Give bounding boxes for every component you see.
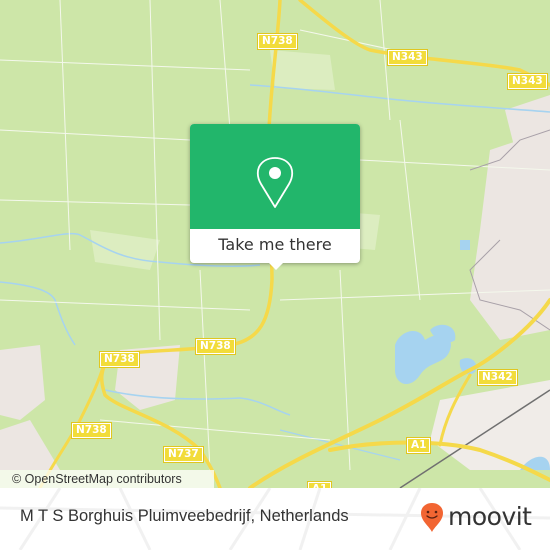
popup-header [190, 124, 360, 229]
road-label-n737: N737 [163, 446, 204, 463]
stream [0, 281, 76, 346]
urban-area [470, 130, 550, 340]
road-label-n343: N343 [387, 49, 428, 66]
footer-bar: M T S Borghuis Pluimveebedrijf, Netherla… [0, 488, 550, 550]
moovit-logo[interactable]: moovit [419, 501, 532, 533]
moovit-smiley-pin-icon [421, 503, 443, 532]
urban-area [505, 95, 550, 150]
urban-area [0, 345, 45, 420]
take-me-there-button[interactable]: Take me there [190, 229, 360, 263]
road-label-n738: N738 [257, 33, 298, 50]
location-pin-icon [256, 157, 294, 208]
urban-area [0, 420, 60, 470]
pond [460, 240, 470, 250]
road-label-n738: N738 [71, 422, 112, 439]
road-label-n738: N738 [99, 351, 140, 368]
place-name: M T S Borghuis Pluimveebedrijf, Netherla… [20, 507, 349, 525]
stream [249, 84, 550, 113]
moovit-logo-text: moovit [448, 502, 532, 531]
road-label-a1: A1 [405, 437, 432, 454]
map-view[interactable]: N738 N343 N343 N738 N738 N738 N737 N342 … [0, 0, 550, 488]
directions-popup: Take me there [190, 124, 360, 270]
map-attribution[interactable]: © OpenStreetMap contributors [0, 470, 214, 488]
road-label-n738: N738 [195, 338, 236, 355]
field-patch [270, 50, 335, 90]
road-label-n343: N343 [507, 73, 548, 90]
field-patch [90, 230, 160, 270]
road-label-n342: N342 [477, 369, 518, 386]
popup-pointer [268, 262, 284, 270]
